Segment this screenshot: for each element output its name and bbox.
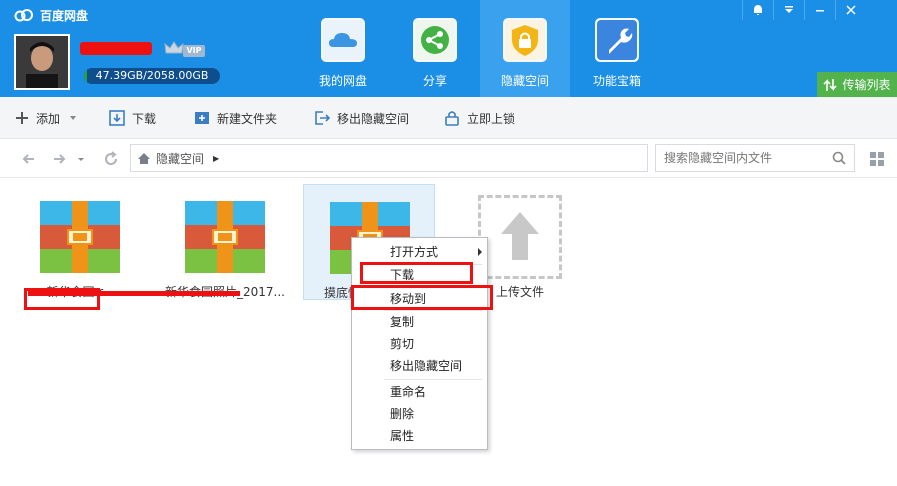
filename-highlight-box: [24, 288, 100, 310]
menu-item-label: 重命名: [390, 385, 427, 399]
app-title-text: 百度网盘: [40, 8, 89, 23]
download-button[interactable]: 下载: [108, 97, 156, 139]
nav-tab-label: 分享: [422, 74, 447, 88]
back-arrow-icon[interactable]: [20, 150, 38, 168]
menu-move-to-highlight-box: [351, 285, 493, 310]
new-folder-button[interactable]: 新建文件夹: [193, 97, 277, 139]
menu-item-copy[interactable]: 复制: [352, 311, 487, 333]
nav-tab-toolbox[interactable]: 功能宝箱: [572, 0, 662, 97]
toolbar: 添加 下载 新建文件夹 移出隐藏空间 立即上锁: [0, 97, 897, 139]
transfer-list-label: 传输列表: [842, 78, 891, 92]
menu-down-icon[interactable]: [773, 0, 804, 20]
user-avatar[interactable]: [14, 34, 70, 90]
wrench-icon: [595, 18, 639, 62]
menu-item-rename[interactable]: 重命名: [352, 381, 487, 403]
search-icon[interactable]: [832, 151, 846, 165]
search-placeholder: 搜索隐藏空间内文件: [664, 151, 773, 165]
home-icon[interactable]: [137, 152, 151, 165]
menu-separator: [384, 379, 482, 380]
nav-tab-hidden-space[interactable]: 隐藏空间: [480, 0, 570, 97]
breadcrumb-caret-icon[interactable]: ▶: [213, 154, 219, 163]
search-input[interactable]: 搜索隐藏空间内文件: [655, 144, 855, 172]
window-controls: [742, 0, 897, 20]
move-out-button[interactable]: 移出隐藏空间: [313, 97, 409, 139]
menu-item-properties[interactable]: 属性: [352, 425, 487, 447]
download-label: 下载: [132, 111, 157, 126]
nav-tab-share[interactable]: 分享: [390, 0, 480, 97]
close-icon[interactable]: [835, 0, 866, 20]
add-label: 添加: [36, 111, 61, 126]
baidu-cloud-logo-icon: [14, 9, 33, 22]
lock-shield-icon: [503, 18, 547, 62]
menu-item-move-out-hidden[interactable]: 移出隐藏空间: [352, 355, 487, 377]
menu-item-delete[interactable]: 删除: [352, 403, 487, 425]
menu-item-label: 剪切: [390, 337, 415, 351]
cloud-icon: [321, 18, 365, 62]
menu-item-label: 移出隐藏空间: [390, 359, 463, 373]
file-item[interactable]: 新华食园照片_2017...: [159, 184, 291, 300]
add-button[interactable]: 添加: [14, 97, 84, 139]
upload-arrow-icon: [501, 212, 539, 260]
plus-icon: [16, 112, 28, 124]
username-redaction: [80, 42, 152, 55]
menu-item-label: 属性: [390, 429, 415, 443]
bell-icon[interactable]: [742, 0, 773, 20]
new-folder-icon: [195, 112, 209, 124]
transfer-list-button[interactable]: 传输列表: [817, 72, 897, 97]
breadcrumb[interactable]: 隐藏空间 ▶: [130, 144, 648, 172]
menu-item-label: 删除: [390, 407, 415, 421]
nav-tab-label: 隐藏空间: [500, 74, 549, 88]
address-bar-row: 隐藏空间 ▶ 搜索隐藏空间内文件: [0, 140, 897, 178]
nav-tab-my-disk[interactable]: 我的网盘: [298, 0, 388, 97]
share-icon: [413, 18, 457, 62]
menu-item-label: 打开方式: [390, 245, 439, 259]
lock-icon: [445, 111, 459, 126]
archive-file-icon: [40, 201, 120, 273]
baidu-netdisk-window: 百度网盘 VIP 47.39GB/2058.00GB 我的网盘 分享 隐藏空间 …: [0, 0, 897, 486]
app-header: 百度网盘 VIP 47.39GB/2058.00GB 我的网盘 分享 隐藏空间 …: [0, 0, 897, 97]
move-out-icon: [315, 111, 331, 125]
nav-tab-label: 我的网盘: [318, 74, 367, 88]
menu-item-label: 复制: [390, 315, 415, 329]
chevron-down-icon: [70, 116, 77, 120]
crown-icon: [164, 41, 184, 54]
forward-arrow-icon[interactable]: [50, 150, 68, 168]
storage-usage-text: 47.39GB/2058.00GB: [95, 69, 209, 82]
file-item[interactable]: 新华食园.r...: [14, 184, 146, 300]
refresh-icon[interactable]: [102, 150, 120, 168]
minimize-icon[interactable]: [804, 0, 835, 20]
download-icon: [109, 110, 125, 126]
breadcrumb-current[interactable]: 隐藏空间: [156, 150, 204, 167]
app-title: 百度网盘: [14, 5, 88, 25]
avatar-image: [16, 36, 68, 88]
lock-now-label: 立即上锁: [467, 111, 516, 126]
history-dropdown-icon[interactable]: [76, 150, 86, 168]
menu-download-highlight-box: [360, 262, 473, 284]
menu-item-cut[interactable]: 剪切: [352, 333, 487, 355]
grid-view-icon[interactable]: [870, 152, 884, 166]
archive-file-icon: [185, 201, 265, 273]
vip-badge: VIP: [183, 45, 205, 57]
transfer-arrows-icon: [823, 78, 838, 91]
submenu-arrow-icon: [478, 248, 482, 256]
new-folder-label: 新建文件夹: [217, 111, 278, 126]
upload-drop-zone[interactable]: [478, 195, 562, 279]
move-out-label: 移出隐藏空间: [337, 111, 410, 126]
nav-tab-label: 功能宝箱: [592, 74, 641, 88]
storage-usage-bar: 47.39GB/2058.00GB: [84, 68, 220, 84]
menu-item-open-with[interactable]: 打开方式: [352, 241, 487, 263]
lock-now-button[interactable]: 立即上锁: [443, 97, 515, 139]
